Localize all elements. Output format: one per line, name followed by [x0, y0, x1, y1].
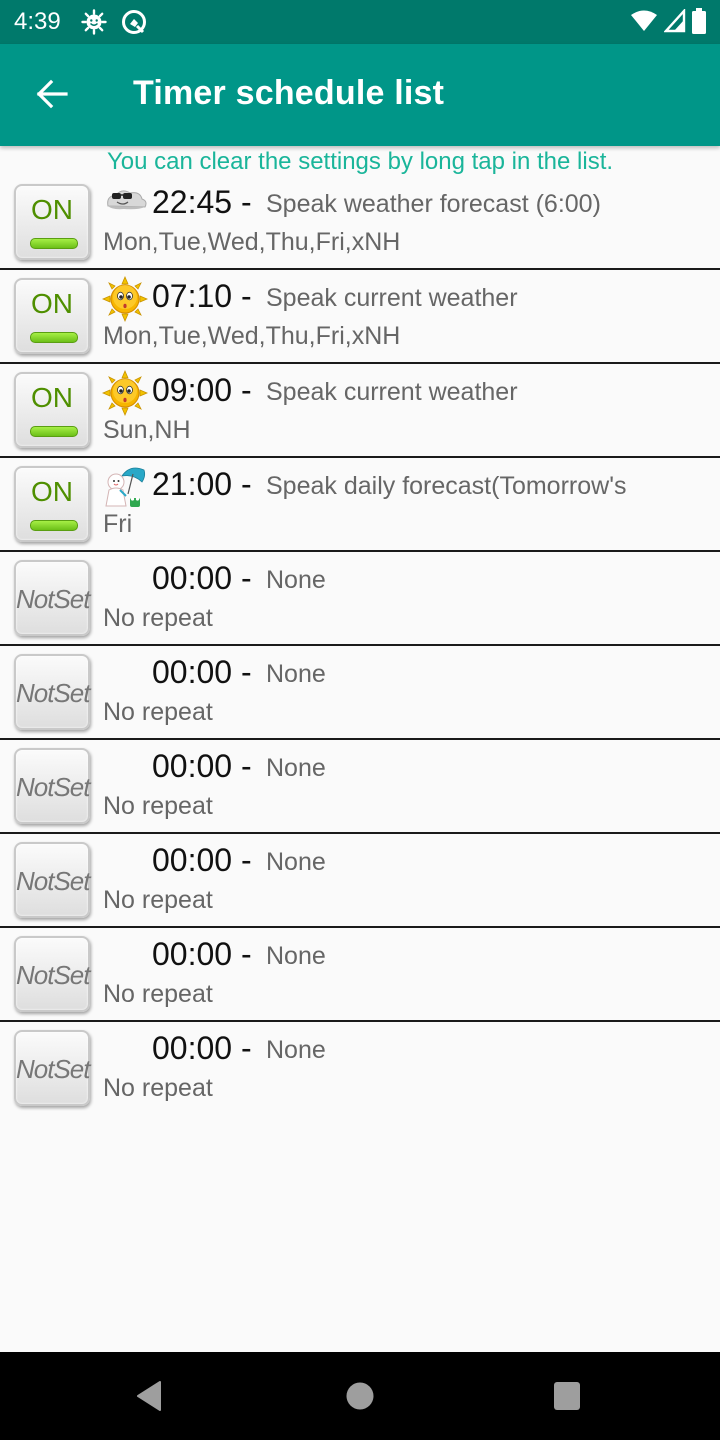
- recents-square-icon: [552, 1381, 582, 1416]
- battery-icon: [692, 8, 706, 39]
- empty-weather-icon: [102, 934, 148, 980]
- schedule-time: 21:00 -: [152, 466, 252, 502]
- toggle-state-label: NotSet: [16, 1054, 91, 1084]
- nav-back-button[interactable]: [128, 1376, 172, 1420]
- navigation-bar: [0, 1352, 720, 1440]
- app-bar: Timer schedule list: [0, 44, 720, 146]
- sun-face-icon: [101, 275, 149, 323]
- schedule-notset-toggle[interactable]: NotSet: [14, 936, 91, 1012]
- empty-weather-icon: [102, 652, 148, 698]
- arrow-left-icon: [35, 79, 69, 114]
- schedule-time: 00:00 -: [152, 560, 252, 596]
- schedule-notset-toggle[interactable]: NotSet: [14, 560, 91, 636]
- schedule-repeat: No repeat: [103, 792, 213, 820]
- schedule-row-9[interactable]: NotSet 00:00 - None No repeat: [0, 928, 720, 1022]
- schedule-action: None: [266, 566, 326, 594]
- schedule-row-4[interactable]: ON 21:00 - Speak daily forecast(Tomorrow…: [0, 458, 720, 552]
- on-indicator-bar: [30, 520, 78, 531]
- toggle-state-label: ON: [31, 382, 73, 413]
- sun-face-icon: [101, 369, 149, 417]
- schedule-row-2[interactable]: ON 07:10 - Speak current weather Mon,Tue…: [0, 270, 720, 364]
- toggle-state-label: NotSet: [16, 584, 91, 614]
- schedule-repeat: Mon,Tue,Wed,Thu,Fri,xNH: [103, 322, 401, 350]
- schedule-row-1[interactable]: ON 22:45 - Speak weather forecast (6:00)…: [0, 176, 720, 270]
- empty-weather-icon: [102, 746, 148, 792]
- schedule-row-10[interactable]: NotSet 00:00 - None No repeat: [0, 1022, 720, 1114]
- schedule-time: 00:00 -: [152, 654, 252, 690]
- schedule-action: None: [266, 754, 326, 782]
- schedule-time: 00:00 -: [152, 1030, 252, 1066]
- status-time: 4:39: [14, 8, 61, 35]
- schedule-action: None: [266, 660, 326, 688]
- schedule-repeat: Fri: [103, 510, 133, 538]
- schedule-row-6[interactable]: NotSet 00:00 - None No repeat: [0, 646, 720, 740]
- toggle-state-label: NotSet: [16, 866, 91, 896]
- schedule-on-toggle[interactable]: ON: [14, 184, 90, 260]
- schedule-repeat: Mon,Tue,Wed,Thu,Fri,xNH: [103, 228, 401, 256]
- empty-weather-icon: [102, 840, 148, 886]
- home-circle-icon: [345, 1381, 375, 1416]
- toggle-state-label: NotSet: [16, 678, 91, 708]
- empty-weather-icon: [102, 558, 148, 604]
- schedule-repeat: No repeat: [103, 604, 213, 632]
- on-indicator-bar: [30, 238, 78, 249]
- schedule-list[interactable]: ON 22:45 - Speak weather forecast (6:00)…: [0, 176, 720, 1114]
- schedule-time: 22:45 -: [152, 184, 252, 220]
- sun-face-icon: [81, 9, 107, 35]
- toggle-state-label: ON: [31, 288, 73, 319]
- schedule-repeat: No repeat: [103, 886, 213, 914]
- schedule-repeat: No repeat: [103, 1074, 213, 1102]
- toggle-state-label: NotSet: [16, 772, 91, 802]
- schedule-action: Speak weather forecast (6:00): [266, 190, 601, 218]
- schedule-notset-toggle[interactable]: NotSet: [14, 842, 91, 918]
- back-button[interactable]: [32, 76, 72, 116]
- schedule-repeat: No repeat: [103, 698, 213, 726]
- wifi-icon: [630, 9, 658, 38]
- nav-recents-button[interactable]: [545, 1376, 589, 1420]
- schedule-notset-toggle[interactable]: NotSet: [14, 654, 91, 730]
- schedule-repeat: No repeat: [103, 980, 213, 1008]
- schedule-on-toggle[interactable]: ON: [14, 278, 90, 354]
- sunglasses-cloud-icon: [102, 182, 148, 228]
- schedule-action: Speak daily forecast(Tomorrow's: [266, 472, 627, 500]
- schedule-repeat: Sun,NH: [103, 416, 191, 444]
- schedule-row-5[interactable]: NotSet 00:00 - None No repeat: [0, 552, 720, 646]
- schedule-action: Speak current weather: [266, 284, 518, 312]
- schedule-row-3[interactable]: ON 09:00 - Speak current weather Sun,NH: [0, 364, 720, 458]
- toggle-state-label: NotSet: [16, 960, 91, 990]
- empty-weather-icon: [102, 1028, 148, 1074]
- schedule-time: 07:10 -: [152, 278, 252, 314]
- toggle-state-label: ON: [31, 476, 73, 507]
- schedule-action: None: [266, 848, 326, 876]
- q-badge-icon: [121, 9, 147, 35]
- umbrella-doll-icon: [102, 464, 148, 510]
- on-indicator-bar: [30, 332, 78, 343]
- hint-text: You can clear the settings by long tap i…: [106, 148, 614, 175]
- schedule-on-toggle[interactable]: ON: [14, 372, 90, 448]
- schedule-time: 09:00 -: [152, 372, 252, 408]
- signal-icon: [663, 7, 686, 38]
- nav-home-button[interactable]: [338, 1376, 382, 1420]
- schedule-time: 00:00 -: [152, 748, 252, 784]
- on-indicator-bar: [30, 426, 78, 437]
- schedule-row-8[interactable]: NotSet 00:00 - None No repeat: [0, 834, 720, 928]
- schedule-action: None: [266, 1036, 326, 1064]
- schedule-time: 00:00 -: [152, 842, 252, 878]
- schedule-notset-toggle[interactable]: NotSet: [14, 748, 91, 824]
- page-title: Timer schedule list: [133, 74, 445, 112]
- schedule-time: 00:00 -: [152, 936, 252, 972]
- schedule-row-7[interactable]: NotSet 00:00 - None No repeat: [0, 740, 720, 834]
- schedule-notset-toggle[interactable]: NotSet: [14, 1030, 91, 1106]
- schedule-action: Speak current weather: [266, 378, 518, 406]
- schedule-action: None: [266, 942, 326, 970]
- back-triangle-icon: [135, 1380, 165, 1417]
- schedule-on-toggle[interactable]: ON: [14, 466, 90, 542]
- status-bar: 4:39: [0, 0, 720, 44]
- toggle-state-label: ON: [31, 194, 73, 225]
